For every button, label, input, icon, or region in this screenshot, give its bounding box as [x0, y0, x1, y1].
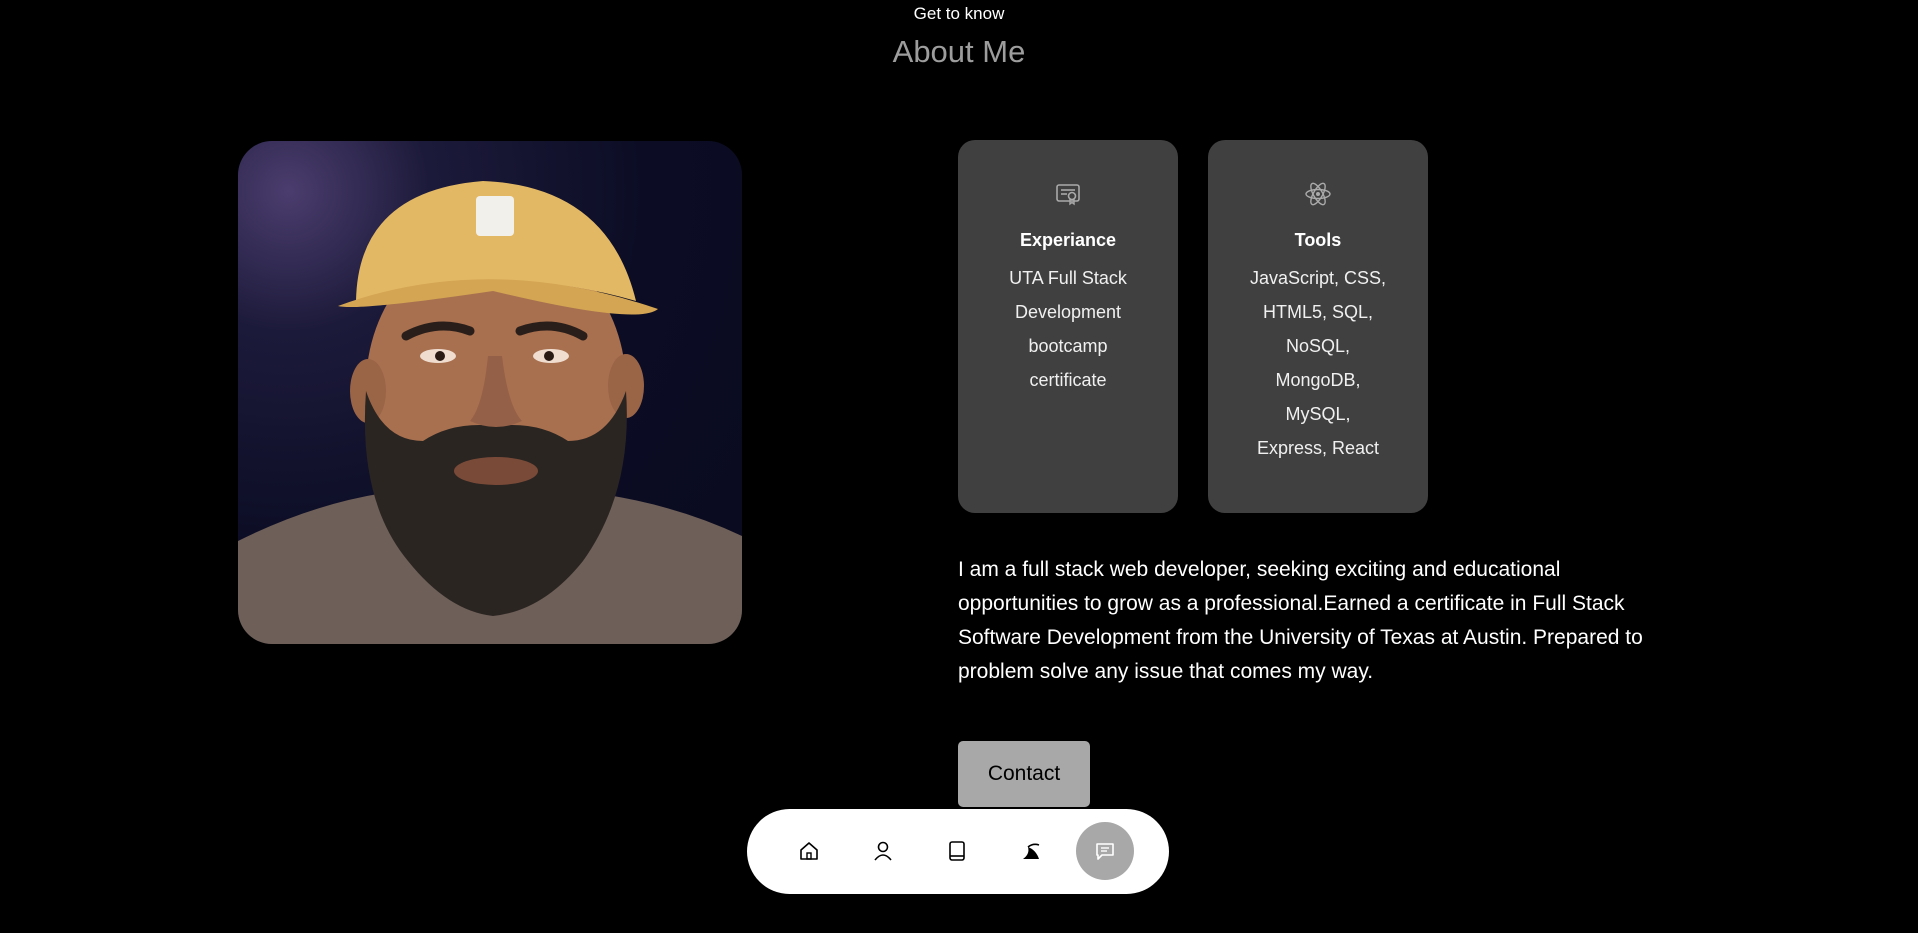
tools-card: Tools JavaScript, CSS, HTML5, SQL, NoSQL… — [1208, 140, 1428, 513]
bottom-nav — [747, 809, 1169, 894]
experience-card-title: Experiance — [1019, 230, 1117, 250]
tools-card-title: Tools — [1294, 230, 1342, 250]
certificate-icon — [1056, 184, 1080, 206]
tools-card-body: JavaScript, CSS, HTML5, SQL, NoSQL, Mong… — [1249, 268, 1387, 458]
bio-text: I am a full stack web developer, seeking… — [958, 558, 1643, 683]
nav-home[interactable] — [780, 822, 838, 880]
nav-services[interactable] — [1002, 822, 1060, 880]
message-icon — [1096, 843, 1114, 860]
react-icon — [1305, 182, 1331, 206]
book-icon — [949, 841, 965, 861]
contact-button[interactable]: Contact — [958, 741, 1090, 807]
nav-about[interactable] — [854, 822, 912, 880]
nav-contact[interactable] — [1076, 822, 1134, 880]
profile-photo — [238, 141, 742, 644]
section-subtitle: Get to know — [913, 4, 1005, 23]
user-icon — [874, 841, 892, 861]
services-icon — [1023, 843, 1040, 859]
section-title: About Me — [892, 34, 1026, 69]
experience-card-body: UTA Full Stack Development bootcamp cert… — [1009, 268, 1127, 390]
nav-experience[interactable] — [928, 822, 986, 880]
home-icon — [800, 842, 818, 860]
experience-card: Experiance UTA Full Stack Development bo… — [958, 140, 1178, 513]
